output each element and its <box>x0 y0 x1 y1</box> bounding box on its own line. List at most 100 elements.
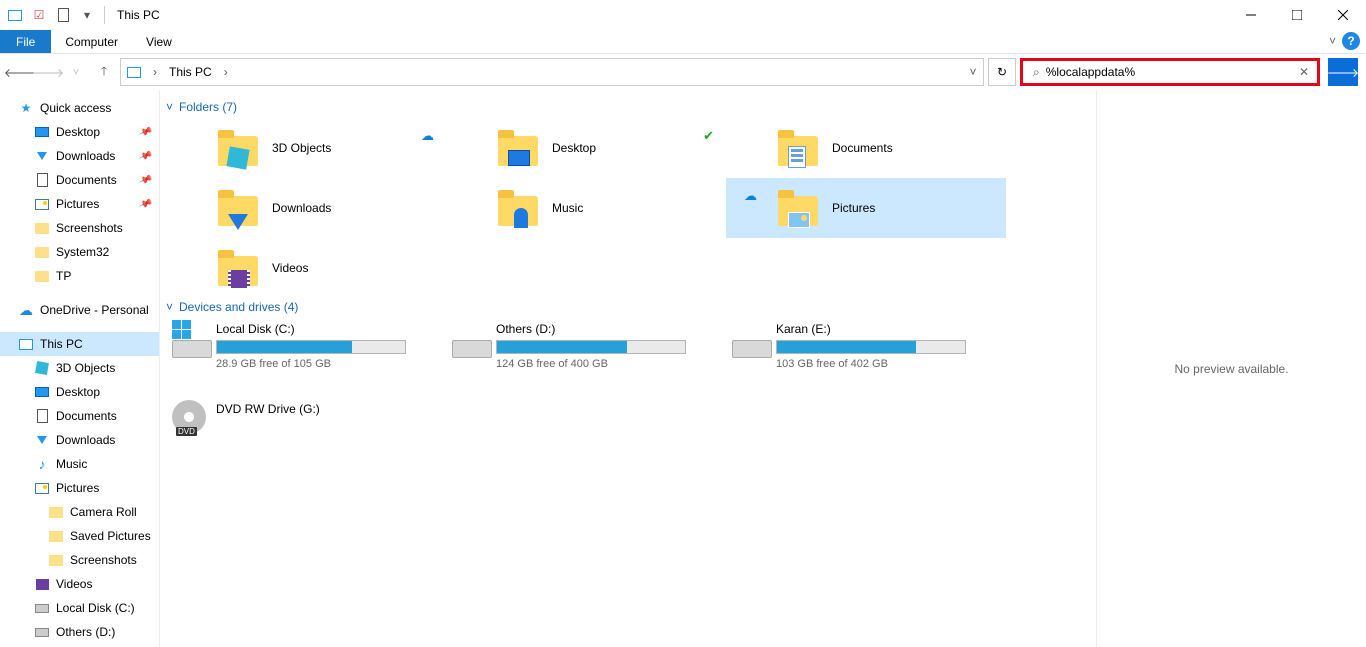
sidebar-downloads2[interactable]: Downloads <box>0 428 159 452</box>
address-history-dropdown[interactable]: ˅ <box>967 65 979 79</box>
sidebar-label: Documents <box>56 173 117 187</box>
menu-file[interactable]: File <box>0 30 51 53</box>
sidebar-pictures[interactable]: Pictures 📌 <box>0 192 159 216</box>
folder-documents[interactable]: Documents <box>726 118 1006 178</box>
sidebar-label: Downloads <box>56 149 115 163</box>
maximize-button[interactable] <box>1274 0 1320 30</box>
sidebar-tp[interactable]: TP <box>0 264 159 288</box>
drive-free-text: 28.9 GB free of 105 GB <box>216 358 440 370</box>
sidebar-screenshots2[interactable]: Screenshots <box>0 548 159 572</box>
search-go-button[interactable]: 🡒 <box>1328 58 1358 86</box>
sidebar-desktop[interactable]: Desktop 📌 <box>0 120 159 144</box>
search-input[interactable] <box>1046 65 1295 79</box>
sidebar-label: Pictures <box>56 481 99 495</box>
drive-label: Karan (E:) <box>776 322 1000 336</box>
star-icon: ★ <box>18 100 34 116</box>
ribbon-expand-icon[interactable]: ˅ <box>1329 34 1336 48</box>
sidebar-label: Saved Pictures <box>70 529 151 543</box>
sidebar-system32[interactable]: System32 <box>0 240 159 264</box>
folder-pictures[interactable]: ☁Pictures <box>726 178 1006 238</box>
drive-e[interactable]: Karan (E:) 103 GB free of 402 GB <box>726 318 1006 388</box>
address-bar[interactable]: › This PC › ˅ <box>120 58 984 86</box>
breadcrumb-chevron-icon[interactable]: › <box>149 65 161 79</box>
sidebar-music[interactable]: ♪Music <box>0 452 159 476</box>
sidebar-localdiskc[interactable]: Local Disk (C:) <box>0 596 159 620</box>
pin-icon: 📌 <box>137 197 152 212</box>
drive-c[interactable]: Local Disk (C:) 28.9 GB free of 105 GB <box>166 318 446 388</box>
window-title: This PC <box>113 8 160 22</box>
sidebar-3dobjects[interactable]: 3D Objects <box>0 356 159 380</box>
ribbon-menu: File Computer View ˅ ? <box>0 30 1366 54</box>
qat-properties-icon[interactable]: ☑ <box>28 4 50 26</box>
menu-computer[interactable]: Computer <box>51 30 132 53</box>
chevron-down-icon: ˅ <box>166 300 173 314</box>
drive-usage-bar <box>216 340 406 354</box>
preview-pane: No preview available. <box>1096 90 1366 647</box>
sidebar-label: Pictures <box>56 197 99 211</box>
sidebar-videos[interactable]: Videos <box>0 572 159 596</box>
drive-free-text: 103 GB free of 402 GB <box>776 358 1000 370</box>
breadcrumb-thispc[interactable]: This PC <box>167 65 214 79</box>
sidebar-savedpictures[interactable]: Saved Pictures <box>0 524 159 548</box>
folder-label: 3D Objects <box>272 141 331 155</box>
sidebar-label: OneDrive - Personal <box>40 303 149 317</box>
folder-icon <box>34 268 50 284</box>
pin-icon: 📌 <box>137 125 152 140</box>
sidebar-label: Local Disk (C:) <box>56 601 135 615</box>
dvd-icon: DVD <box>172 400 212 428</box>
system-icon[interactable] <box>4 4 26 26</box>
sidebar-onedrive[interactable]: ☁OneDrive - Personal <box>0 298 159 322</box>
sidebar-documents2[interactable]: Documents <box>0 404 159 428</box>
folder-icon <box>48 528 64 544</box>
sidebar-quick-access[interactable]: ★Quick access <box>0 96 159 120</box>
drive-label: Others (D:) <box>496 322 720 336</box>
document-icon <box>34 172 50 188</box>
drive-icon <box>34 624 50 640</box>
sidebar-othersd[interactable]: Others (D:) <box>0 620 159 644</box>
breadcrumb-chevron-icon[interactable]: › <box>220 65 232 79</box>
folder-music[interactable]: Music <box>446 178 726 238</box>
close-button[interactable] <box>1320 0 1366 30</box>
download-icon <box>34 148 50 164</box>
nav-recent-dropdown[interactable]: ˅ <box>64 60 88 84</box>
folder-icon <box>216 246 260 290</box>
drive-d[interactable]: Others (D:) 124 GB free of 400 GB <box>446 318 726 388</box>
clear-search-icon[interactable]: ✕ <box>1295 65 1313 79</box>
nav-forward-button[interactable]: 🡒 <box>36 60 60 84</box>
drive-icon <box>452 330 492 358</box>
drive-dvd[interactable]: DVD DVD RW Drive (G:) <box>166 388 446 458</box>
refresh-button[interactable]: ↻ <box>988 58 1016 86</box>
folder-3dobjects[interactable]: 3D Objects ☁ <box>166 118 446 178</box>
folder-desktop[interactable]: Desktop✔ <box>446 118 726 178</box>
sidebar-documents[interactable]: Documents📌 <box>0 168 159 192</box>
cloud-sync-icon: ☁ <box>421 128 434 144</box>
minimize-button[interactable] <box>1228 0 1274 30</box>
folder-videos[interactable]: Videos <box>166 238 446 298</box>
sidebar-label: Desktop <box>56 125 100 139</box>
folder-icon <box>34 244 50 260</box>
sidebar-downloads[interactable]: Downloads📌 <box>0 144 159 168</box>
section-title: Folders (7) <box>179 100 237 114</box>
video-icon <box>34 576 50 592</box>
folder-downloads[interactable]: Downloads <box>166 178 446 238</box>
qat-newfolder-icon[interactable] <box>52 4 74 26</box>
section-drives-header[interactable]: ˅Devices and drives (4) <box>166 300 1086 314</box>
help-icon[interactable]: ? <box>1342 32 1360 50</box>
desktop-icon <box>34 124 50 140</box>
sidebar-screenshots[interactable]: Screenshots <box>0 216 159 240</box>
qat-dropdown-icon[interactable]: ▾ <box>76 4 98 26</box>
drive-icon <box>172 330 212 358</box>
nav-up-button[interactable]: 🡑 <box>92 60 116 84</box>
section-folders-header[interactable]: ˅Folders (7) <box>166 100 1086 114</box>
search-box[interactable]: ⌕ ✕ <box>1020 58 1320 86</box>
drive-free-text: 124 GB free of 400 GB <box>496 358 720 370</box>
download-icon <box>34 432 50 448</box>
sidebar-cameraroll[interactable]: Camera Roll <box>0 500 159 524</box>
nav-back-button[interactable]: 🡐 <box>8 60 32 84</box>
sidebar-desktop2[interactable]: Desktop <box>0 380 159 404</box>
menu-view[interactable]: View <box>132 30 186 53</box>
sidebar-thispc[interactable]: This PC <box>0 332 159 356</box>
drive-label: Local Disk (C:) <box>216 322 440 336</box>
sidebar-pictures2[interactable]: Pictures <box>0 476 159 500</box>
check-sync-icon: ✔ <box>703 128 714 144</box>
